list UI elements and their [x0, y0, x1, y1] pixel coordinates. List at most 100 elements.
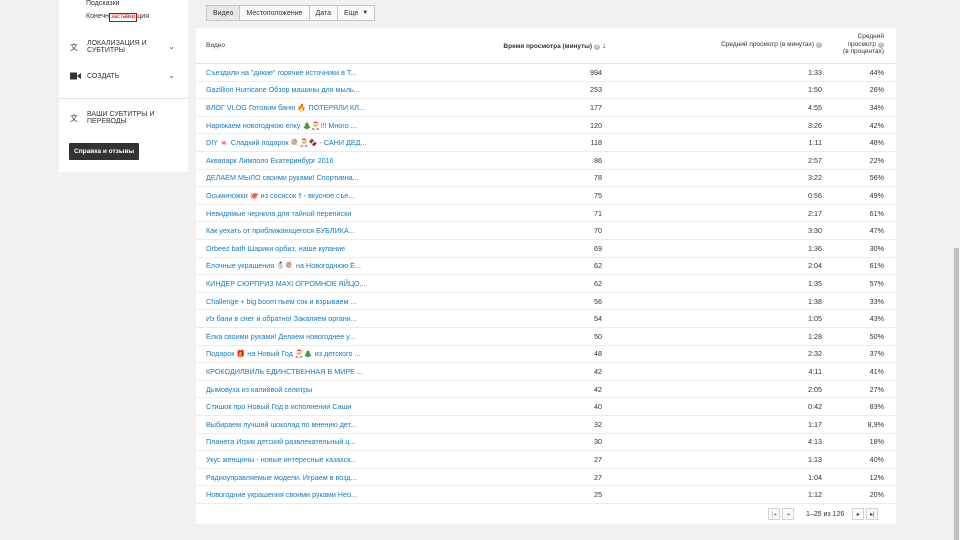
- header-watch-time[interactable]: Время просмотра (минуты)? ↓: [500, 41, 606, 50]
- tab-location[interactable]: Местоположение: [239, 5, 310, 21]
- avg-percent-value: 37%: [869, 349, 884, 359]
- watch-time-value: 86: [594, 155, 602, 165]
- table-row: Challenge + big boom пьем сок и взрываем…: [196, 293, 896, 311]
- next-page-button[interactable]: ▸: [852, 508, 865, 520]
- avg-percent-value: 42%: [869, 120, 884, 130]
- watch-time-value: 40: [594, 402, 602, 412]
- video-title-link[interactable]: Планета Игрик детский развлекательный ц.…: [206, 437, 376, 446]
- video-title-link[interactable]: КИНДЕР СЮРПРИЗ МАХI ОГРОМНОЕ ЯЙЦО,...: [206, 279, 376, 288]
- prev-page-button[interactable]: ◂: [782, 508, 794, 520]
- table-row: Подарок 🎁 на Новый Год 🎅🎄 из детского ..…: [196, 346, 896, 364]
- video-title-link[interactable]: Как уехать от приближающегося БУБЛИКА...: [206, 226, 376, 235]
- video-title-link[interactable]: Из бани в снег и обратно! Закаляем орган…: [206, 314, 376, 323]
- header-avg-view-label: Средний просмотр (в минутах): [721, 41, 814, 48]
- watch-time-value: 78: [594, 173, 602, 183]
- sidebar-item-localization[interactable]: 文 Локализация и субтитры ⌄: [69, 40, 183, 54]
- video-title-link[interactable]: Challenge + big boom пьем сок и взрываем…: [206, 297, 376, 306]
- chevron-down-icon: ⌄: [168, 71, 175, 80]
- video-title-link[interactable]: Новогодние украшения своими руками Нео..…: [206, 490, 376, 499]
- tab-more[interactable]: Еще ▼: [337, 5, 376, 21]
- video-title-link[interactable]: Gazillion Hurricane Обзор машины для мыл…: [206, 85, 376, 94]
- video-title-link[interactable]: КРОКОДИЛВИЛЬ ЕДИНСТВЕННАЯ В МИРЕ ...: [206, 367, 376, 376]
- last-page-button[interactable]: ▸|: [866, 508, 879, 520]
- video-title-link[interactable]: Дымовуха из калийвой селитры: [206, 385, 376, 394]
- tab-date[interactable]: Дата: [308, 5, 339, 21]
- help-icon[interactable]: ?: [816, 42, 822, 48]
- header-video[interactable]: Видео: [206, 42, 225, 49]
- avg-view-value: 2:05: [808, 384, 822, 394]
- video-title-link[interactable]: Осьминожки 🐙 из сосисок ‼ - вкусное съе.…: [206, 191, 376, 200]
- watch-time-value: 32: [594, 419, 602, 429]
- video-title-link[interactable]: Ёлка своими руками! Делаем новогоднее у.…: [206, 332, 376, 341]
- help-feedback-button[interactable]: Справка и отзывы: [69, 143, 139, 160]
- tab-video[interactable]: Видео: [206, 5, 241, 21]
- video-title-link[interactable]: ВЛОГ VLOG Готовим баню 🔥 ПОТЕРЯЛИ КЛ...: [206, 103, 376, 112]
- dimension-tabs: Видео Местоположение Дата Еще ▼: [206, 5, 376, 21]
- avg-view-value: 1:33: [808, 67, 822, 77]
- video-title-link[interactable]: Стишок про Новый Год в исполнении Саши: [206, 402, 376, 411]
- avg-percent-value: 57%: [869, 278, 884, 288]
- video-title-link[interactable]: DIY 🍬 Сладкий подарок 🍭🎅🍫 - САНИ ДЕД...: [206, 138, 376, 147]
- video-title-link[interactable]: Аквапарк Лимполо Екатеринбург 2016: [206, 156, 376, 165]
- watch-time-value: 75: [594, 190, 602, 200]
- avg-percent-value: 41%: [869, 366, 884, 376]
- sidebar-item-label: Локализация и субтитры: [87, 40, 147, 54]
- tab-more-label: Еще: [344, 9, 359, 17]
- video-title-link[interactable]: Укус женщины - новые интересные казахск.…: [206, 455, 376, 464]
- avg-view-value: 4:11: [808, 366, 822, 376]
- sort-down-arrow-icon: ↓: [602, 41, 606, 50]
- header-avg-percent[interactable]: Средний просмотр? (в процентах): [836, 33, 884, 56]
- video-title-link[interactable]: Ёлочные украшения ⛄🍭 на Новогоднюю Ё...: [206, 261, 376, 270]
- caret-down-icon: ▼: [362, 10, 369, 16]
- avg-percent-value: 34%: [869, 102, 884, 112]
- video-title-link[interactable]: Наряжаем новогоднюю елку 🎄🎅!!! Много ...: [206, 121, 376, 130]
- help-icon[interactable]: ?: [878, 41, 884, 48]
- watch-time-value: 118: [590, 138, 602, 148]
- video-title-link[interactable]: Orbeez bath Шарики орбиз, наше купание: [206, 244, 376, 253]
- header-avg-percent-line2: просмотр?: [847, 40, 884, 48]
- watch-time-value: 71: [594, 208, 602, 218]
- endscreen-tag: заставки: [109, 13, 138, 22]
- page-scrollbar-thumb[interactable]: [954, 248, 959, 540]
- sidebar-item-your-subtitles[interactable]: 文 Ваши субтитры и переводы: [69, 111, 183, 125]
- watch-time-value: 25: [594, 490, 602, 500]
- first-page-button[interactable]: |◂: [768, 508, 780, 520]
- pagination-range: 1–25 из 126: [806, 510, 845, 518]
- avg-percent-value: 61%: [869, 261, 884, 271]
- header-avg-percent-line3: (в процентах): [843, 48, 884, 55]
- table-row: Стишок про Новый Год в исполнении Саши 40…: [196, 398, 896, 416]
- watch-time-value: 69: [594, 243, 602, 253]
- avg-view-value: 1:11: [808, 138, 822, 148]
- header-watch-time-label: Время просмотра (минуты): [503, 43, 592, 50]
- avg-view-value: 4:13: [808, 437, 822, 447]
- avg-view-value: 0:56: [808, 190, 822, 200]
- video-title-link[interactable]: Радиоуправляемые модели. Играем в возд..…: [206, 473, 376, 482]
- endscreen-suffix: ция: [137, 13, 150, 20]
- video-stats-table: Видео Время просмотра (минуты)? ↓ Средний…: [196, 28, 896, 524]
- table-row: Новогодние украшения своими руками Нео..…: [196, 486, 896, 504]
- video-title-link[interactable]: Съездили на "дикие" горячие источники в …: [206, 68, 376, 77]
- header-avg-view[interactable]: Средний просмотр (в минутах)?: [712, 41, 822, 48]
- table-row: Orbeez bath Шарики орбиз, наше купание 69…: [196, 240, 896, 258]
- watch-time-value: 120: [590, 120, 602, 130]
- video-title-link[interactable]: Выбираем лучший шоколад по мнению дет...: [206, 420, 376, 429]
- avg-view-value: 1:28: [808, 331, 822, 341]
- sidebar-item-create[interactable]: Создать ⌄: [69, 69, 183, 83]
- video-title-link[interactable]: ДЕЛАЕМ МЫЛО своими руками! Спортивна...: [206, 173, 376, 182]
- video-title-link[interactable]: Подарок 🎁 на Новый Год 🎅🎄 из детского ..…: [206, 349, 376, 358]
- table-row: Как уехать от приближающегося БУБЛИКА...…: [196, 222, 896, 240]
- help-icon[interactable]: ?: [594, 44, 600, 50]
- sidebar-sub-endscreen[interactable]: Конечн заставки ция: [86, 13, 149, 22]
- watch-time-value: 62: [594, 261, 602, 271]
- sidebar-sub-hints[interactable]: Подсказки: [86, 0, 120, 7]
- avg-view-value: 1:38: [808, 296, 822, 306]
- table-row: Радиоуправляемые модели. Играем в возд..…: [196, 469, 896, 487]
- avg-percent-value: 40%: [869, 454, 884, 464]
- table-row: Укус женщины - новые интересные казахск.…: [196, 451, 896, 469]
- table-row: Съездили на "дикие" горячие источники в …: [196, 64, 896, 82]
- table-row: ВЛОГ VLOG Готовим баню 🔥 ПОТЕРЯЛИ КЛ... 1…: [196, 99, 896, 117]
- video-title-link[interactable]: Невидимые чернила для тайной переписки: [206, 209, 376, 218]
- avg-percent-value: 8,9%: [867, 419, 884, 429]
- watch-time-value: 30: [594, 437, 602, 447]
- avg-view-value: 1:05: [808, 314, 822, 324]
